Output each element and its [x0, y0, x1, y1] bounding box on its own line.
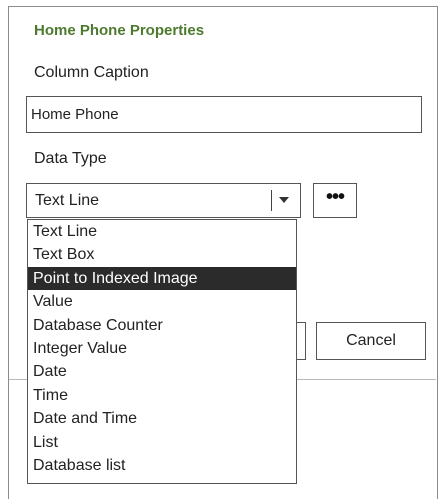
- chevron-down-icon[interactable]: [279, 197, 289, 203]
- data-type-select[interactable]: Text Line: [26, 183, 301, 218]
- list-item[interactable]: Database list: [28, 454, 296, 477]
- data-type-selected-value: Text Line: [35, 192, 100, 209]
- list-item[interactable]: Integer Value: [28, 337, 296, 360]
- select-separator: [271, 190, 272, 211]
- more-options-button[interactable]: •••: [313, 183, 357, 218]
- list-item[interactable]: Date and Time: [28, 407, 296, 430]
- column-caption-input[interactable]: Home Phone: [26, 96, 422, 133]
- list-item[interactable]: Database Counter: [28, 314, 296, 337]
- data-type-dropdown-list[interactable]: Text Line Text Box Point to Indexed Imag…: [27, 219, 297, 484]
- column-caption-label: Column Caption: [34, 64, 149, 81]
- data-type-label: Data Type: [34, 150, 107, 167]
- dialog-title: Home Phone Properties: [34, 22, 205, 39]
- list-item[interactable]: Point to Indexed Image: [28, 266, 296, 291]
- list-item[interactable]: Text Box: [28, 243, 296, 266]
- list-item[interactable]: Text Line: [28, 220, 296, 243]
- list-item[interactable]: Time: [28, 384, 296, 407]
- cancel-button[interactable]: Cancel: [316, 322, 426, 360]
- list-item[interactable]: List: [28, 431, 296, 454]
- list-item[interactable]: Date: [28, 360, 296, 383]
- list-item[interactable]: Value: [28, 290, 296, 313]
